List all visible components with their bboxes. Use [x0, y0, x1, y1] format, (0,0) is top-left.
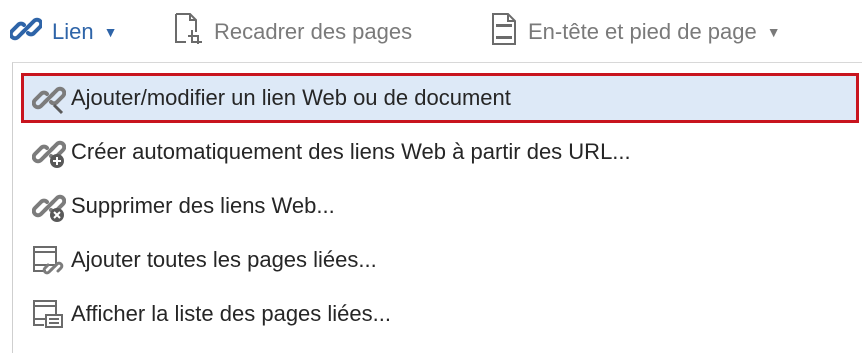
menu-item-label: Ajouter toutes les pages liées...	[71, 247, 377, 272]
menu-item-create-links-from-urls[interactable]: Créer automatiquement des liens Web à pa…	[21, 127, 859, 177]
header-footer-label: En-tête et pied de page	[528, 19, 757, 44]
crop-pages-icon	[172, 12, 204, 52]
link-add-icon	[27, 132, 71, 172]
add-linked-pages-icon	[27, 240, 71, 280]
menu-item-label: Supprimer des liens Web...	[71, 193, 335, 218]
menu-item-remove-web-links[interactable]: Supprimer des liens Web...	[21, 181, 859, 231]
menu-item-label: Créer automatiquement des liens Web à pa…	[71, 139, 631, 164]
link-icon	[8, 13, 44, 51]
link-dropdown-button[interactable]: Lien ▼	[8, 12, 118, 52]
crop-pages-button[interactable]: Recadrer des pages	[172, 12, 412, 52]
link-edit-icon	[27, 78, 71, 118]
menu-item-label: Ajouter/modifier un lien Web ou de docum…	[71, 85, 511, 110]
menu-item-add-all-linked-pages[interactable]: Ajouter toutes les pages liées...	[21, 235, 859, 285]
list-linked-pages-icon	[27, 294, 71, 334]
chevron-down-icon: ▼	[103, 24, 118, 40]
toolbar: Lien ▼ Recadrer des pages En-tête et pie…	[0, 0, 862, 62]
header-footer-icon	[490, 12, 518, 52]
chevron-down-icon: ▼	[766, 24, 781, 40]
link-label: Lien	[52, 19, 94, 44]
crop-pages-label: Recadrer des pages	[214, 19, 413, 44]
menu-item-add-edit-link[interactable]: Ajouter/modifier un lien Web ou de docum…	[21, 73, 859, 123]
header-footer-dropdown-button[interactable]: En-tête et pied de page ▼	[490, 12, 781, 52]
menu-item-show-linked-pages-list[interactable]: Afficher la liste des pages liées...	[21, 289, 859, 339]
link-dropdown-menu: Ajouter/modifier un lien Web ou de docum…	[12, 62, 862, 353]
menu-item-label: Afficher la liste des pages liées...	[71, 301, 391, 326]
link-remove-icon	[27, 186, 71, 226]
